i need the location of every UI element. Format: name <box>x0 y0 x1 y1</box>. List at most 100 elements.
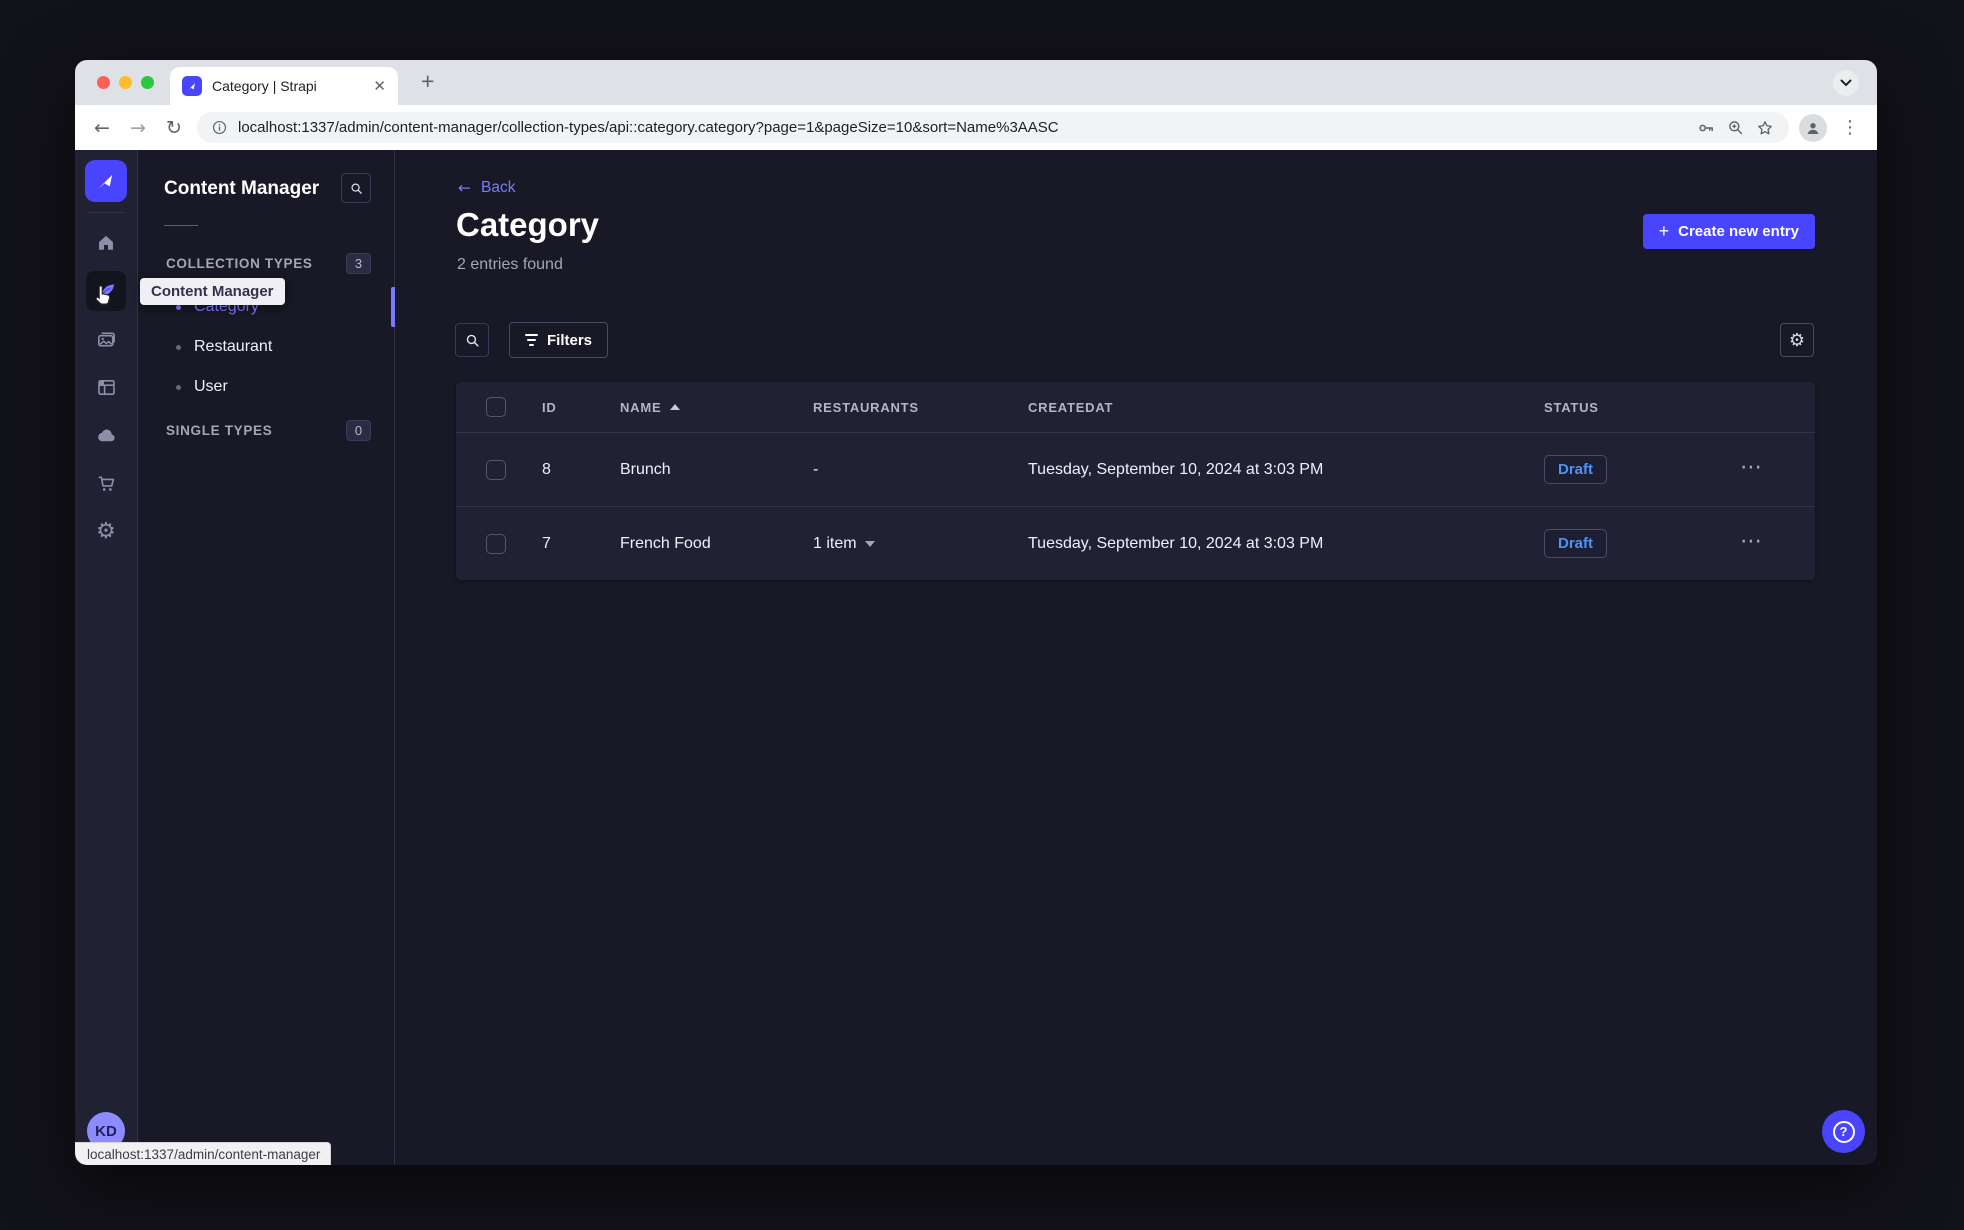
sort-ascending-icon <box>670 404 681 410</box>
single-types-label: SINGLE TYPES <box>166 423 273 438</box>
entries-count: 2 entries found <box>457 256 563 273</box>
subnav-item-user[interactable]: User <box>138 367 394 407</box>
column-header-status[interactable]: STATUS <box>1544 400 1740 415</box>
bullet-icon <box>176 304 181 310</box>
gear-icon: ⚙ <box>1788 329 1806 351</box>
sidebar-item-marketplace[interactable] <box>86 463 126 503</box>
reload-icon[interactable]: ↻ <box>161 117 187 139</box>
cell-createdat: Tuesday, September 10, 2024 at 3:03 PM <box>1028 460 1324 478</box>
table-row-brunch[interactable]: 8 Brunch - Tuesday, September 10, 2024 a… <box>456 432 1815 506</box>
column-header-restaurants[interactable]: RESTAURANTS <box>813 400 1028 415</box>
subnav-item-label: User <box>194 378 228 395</box>
cart-icon <box>97 476 114 491</box>
column-header-id[interactable]: ID <box>542 400 620 415</box>
cloud-icon <box>98 429 115 442</box>
table-settings-button[interactable]: ⚙ <box>1780 323 1814 357</box>
strapi-favicon-icon <box>182 76 202 96</box>
url-text: localhost:1337/admin/content-manager/col… <box>238 119 1059 136</box>
url-bar[interactable]: localhost:1337/admin/content-manager/col… <box>197 112 1789 143</box>
back-arrow-icon: ← <box>458 179 471 197</box>
tab-search-chevron-icon[interactable] <box>1833 70 1859 96</box>
create-new-entry-button[interactable]: + Create new entry <box>1642 214 1815 249</box>
tab-close-icon[interactable]: ✕ <box>373 77 386 95</box>
sidebar-item-content-type-builder[interactable] <box>86 367 126 407</box>
close-window-button[interactable] <box>97 76 110 89</box>
table-search-button[interactable] <box>455 323 489 357</box>
mouse-cursor <box>92 283 116 312</box>
filter-icon <box>525 334 538 346</box>
plus-icon: + <box>1658 221 1670 241</box>
password-key-icon[interactable] <box>1696 118 1716 138</box>
select-all-checkbox[interactable] <box>486 397 506 417</box>
cell-restaurants[interactable]: 1 item <box>813 535 1028 553</box>
column-header-createdat[interactable]: CREATEDAT <box>1028 400 1544 415</box>
entries-table: ID NAME RESTAURANTS CREATEDAT STATUS 8 B… <box>456 382 1815 580</box>
collection-types-count-badge: 3 <box>346 253 371 274</box>
link-preview-statusbar: localhost:1337/admin/content-manager <box>75 1142 332 1165</box>
single-types-count-badge: 0 <box>346 420 371 441</box>
subnav-title: Content Manager <box>164 178 320 199</box>
strapi-admin-page: ⚙ KD Content Manager COLLECTION TYPES 3 <box>75 150 1877 1165</box>
sidebar-item-deploy-cloud[interactable] <box>86 415 126 455</box>
restaurants-count: 1 item <box>813 534 857 552</box>
status-badge: Draft <box>1544 529 1608 558</box>
subnav-divider <box>164 225 198 226</box>
search-icon <box>466 334 479 347</box>
minimize-window-button[interactable] <box>119 76 132 89</box>
row-actions-icon[interactable]: ⋯ <box>1740 455 1762 480</box>
row-checkbox[interactable] <box>486 459 506 480</box>
status-badge: Draft <box>1544 455 1608 484</box>
page-title: Category <box>456 206 600 243</box>
zoom-icon[interactable] <box>1726 118 1745 137</box>
browser-profile-avatar[interactable] <box>1799 113 1827 142</box>
zoom-window-button[interactable] <box>141 76 154 89</box>
media-library-icon <box>97 331 115 347</box>
forward-icon[interactable]: → <box>125 117 151 139</box>
back-link[interactable]: ← Back <box>458 179 515 197</box>
browser-menu-icon[interactable]: ⋮ <box>1837 117 1863 138</box>
cell-name: French Food <box>620 534 711 552</box>
subnav-item-restaurant[interactable]: Restaurant <box>138 327 394 367</box>
table-row-french-food[interactable]: 7 French Food 1 item Tuesday, September … <box>456 506 1815 580</box>
collection-types-section: COLLECTION TYPES 3 <box>166 253 371 274</box>
back-label: Back <box>481 179 516 196</box>
main-content: ← Back Category 2 entries found + Create… <box>396 150 1877 1165</box>
row-actions-icon[interactable]: ⋯ <box>1740 529 1762 554</box>
home-icon <box>99 235 113 250</box>
cell-id: 8 <box>542 460 551 478</box>
cell-name: Brunch <box>620 460 671 478</box>
question-mark-icon: ? <box>1832 1120 1855 1143</box>
cell-createdat: Tuesday, September 10, 2024 at 3:03 PM <box>1028 534 1324 552</box>
sidebar-item-settings[interactable]: ⚙ <box>86 511 126 551</box>
sidebar-item-home[interactable] <box>86 223 126 263</box>
bookmark-star-icon[interactable] <box>1755 118 1775 138</box>
cell-restaurants: - <box>813 460 819 478</box>
rail-divider <box>87 212 125 213</box>
browser-tab[interactable]: Category | Strapi ✕ <box>170 67 398 105</box>
filters-button[interactable]: Filters <box>509 322 609 358</box>
row-checkbox[interactable] <box>486 533 506 554</box>
strapi-logo[interactable] <box>85 160 127 202</box>
new-tab-button[interactable]: + <box>421 68 434 95</box>
collection-types-label: COLLECTION TYPES <box>166 256 313 271</box>
person-icon <box>1807 122 1819 134</box>
active-item-indicator <box>391 287 395 327</box>
column-header-name[interactable]: NAME <box>620 400 813 415</box>
filters-label: Filters <box>547 331 593 349</box>
subnav-search-button[interactable] <box>341 173 371 203</box>
single-types-section: SINGLE TYPES 0 <box>166 420 371 441</box>
browser-tab-strip: Category | Strapi ✕ + <box>75 60 1877 105</box>
help-button[interactable]: ? <box>1822 1110 1865 1153</box>
content-manager-tooltip: Content Manager <box>140 278 285 305</box>
back-icon[interactable]: ← <box>89 117 115 139</box>
sidebar-item-media-library[interactable] <box>86 319 126 359</box>
browser-window: Category | Strapi ✕ + ← → ↻ localhost:13… <box>75 60 1877 1165</box>
window-controls <box>97 76 154 89</box>
create-button-label: Create new entry <box>1678 223 1799 240</box>
expand-relation-icon <box>864 540 875 547</box>
tab-title: Category | Strapi <box>212 78 317 94</box>
browser-toolbar: ← → ↻ localhost:1337/admin/content-manag… <box>75 105 1877 150</box>
bullet-icon <box>176 344 181 350</box>
page-info-icon[interactable] <box>211 119 228 136</box>
bullet-icon <box>176 384 181 390</box>
